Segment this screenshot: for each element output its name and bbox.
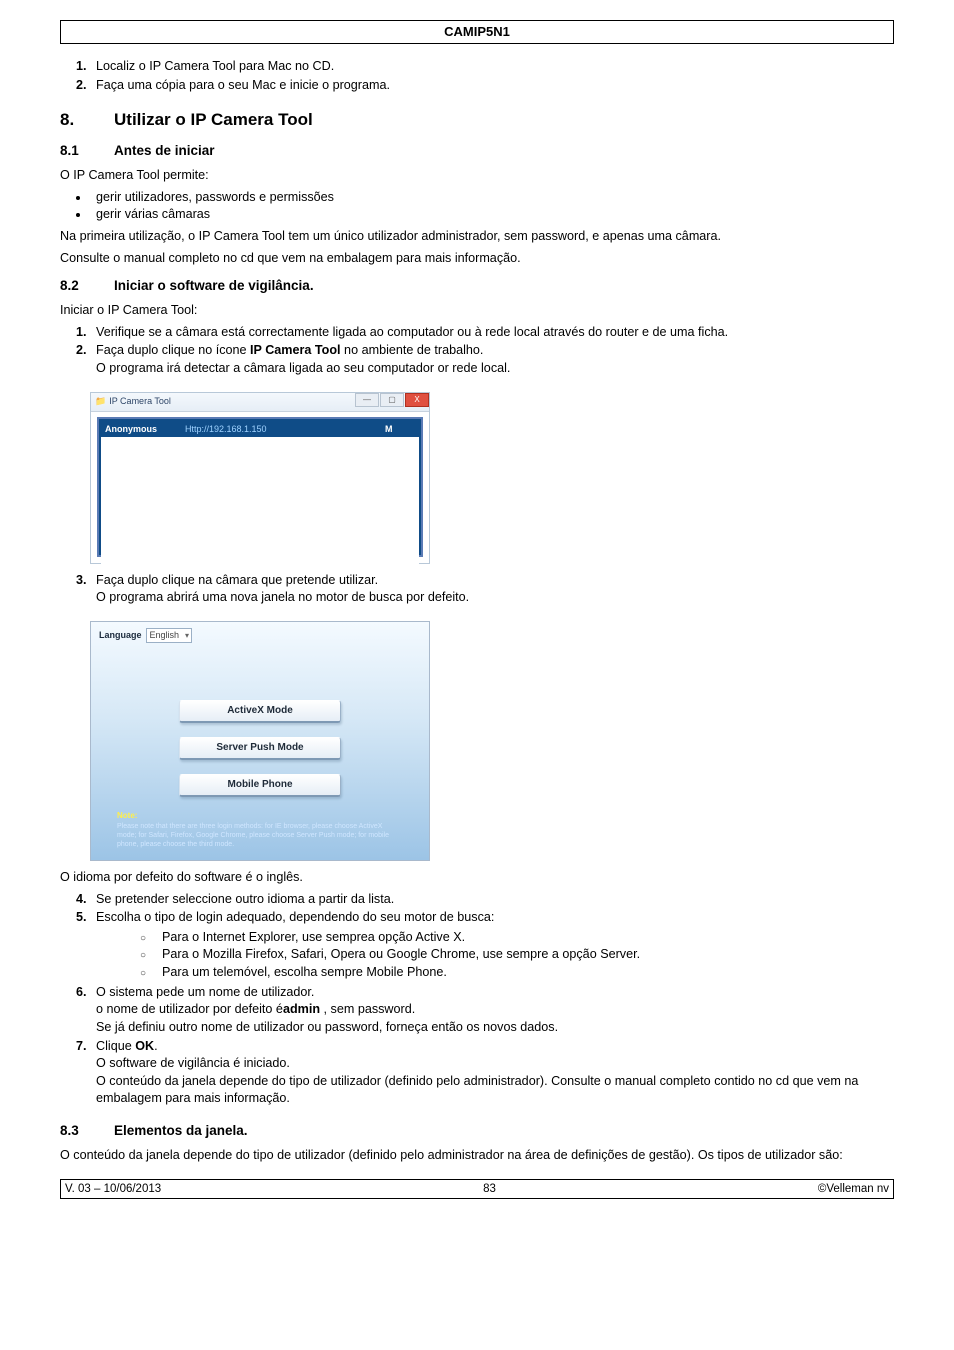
section-8-3-heading: 8.3Elementos da janela. (60, 1122, 894, 1141)
list-item: Localiz o IP Camera Tool para Mac no CD. (90, 58, 894, 76)
footer-version: V. 03 – 10/06/2013 (65, 1181, 161, 1197)
list-text: Faça duplo clique na câmara que pretende… (96, 573, 378, 587)
window-body: Anonymous Http://192.168.1.150 M (97, 417, 423, 557)
window-controls: — ▢ X (354, 393, 429, 407)
subsection-number: 8.2 (60, 277, 114, 296)
list-text: O sistema pede um nome de utilizador. (96, 985, 314, 999)
para: O idioma por defeito do software é o ing… (60, 869, 894, 887)
list-text: Faça duplo clique no ícone IP Camera Too… (96, 343, 483, 357)
window-titlebar: 📁 IP Camera Tool — ▢ X (91, 393, 429, 412)
para: Iniciar o IP Camera Tool: (60, 302, 894, 320)
note-title: Note: (117, 811, 137, 820)
footer-page-number: 83 (483, 1181, 496, 1197)
list-text: Clique OK. (96, 1039, 158, 1053)
text: no ambiente de trabalho. (341, 343, 484, 357)
steps-list-cont: Faça duplo clique na câmara que pretende… (60, 572, 894, 607)
maximize-button[interactable]: ▢ (380, 393, 404, 407)
language-label: Language (99, 629, 142, 642)
text: o nome de utilizador por defeito é (96, 1002, 283, 1016)
list-item: Clique OK. O software de vigilância é in… (90, 1038, 894, 1109)
list-item: Faça duplo clique no ícone IP Camera Too… (90, 342, 894, 377)
note-body: Please note that there are three login m… (117, 823, 389, 849)
step-note: o nome de utilizador por defeito éadmin … (96, 1001, 894, 1019)
section-8-heading: 8.Utilizar o IP Camera Tool (60, 108, 894, 132)
list-text: Se pretender seleccione outro idioma a p… (96, 892, 394, 906)
login-note: Note: Please note that there are three l… (117, 811, 403, 850)
section-8-1-heading: 8.1Antes de iniciar (60, 142, 894, 161)
window-title: IP Camera Tool (109, 395, 171, 408)
bold-text: OK (135, 1039, 154, 1053)
bullet-list: gerir utilizadores, passwords e permissõ… (60, 189, 894, 224)
step-note: Se já definiu outro nome de utilizador o… (96, 1019, 894, 1037)
server-push-mode-button[interactable]: Server Push Mode (179, 737, 341, 760)
step-note: O programa abrirá uma nova janela no mot… (96, 589, 894, 607)
sub-list: Para o Internet Explorer, use semprea op… (96, 929, 894, 982)
subsection-title: Elementos da janela. (114, 1123, 248, 1138)
list-text: Localiz o IP Camera Tool para Mac no CD. (96, 59, 334, 73)
mobile-phone-button[interactable]: Mobile Phone (179, 774, 341, 797)
para: Na primeira utilização, o IP Camera Tool… (60, 228, 894, 246)
list-item: Faça duplo clique na câmara que pretende… (90, 572, 894, 607)
camera-name: Anonymous (105, 423, 185, 436)
intro-ordered-list: Localiz o IP Camera Tool para Mac no CD.… (60, 58, 894, 94)
camera-flag: M (385, 423, 415, 436)
list-item: Faça uma cópia para o seu Mac e inicie o… (90, 77, 894, 95)
activex-mode-button[interactable]: ActiveX Mode (179, 700, 341, 723)
list-item: gerir utilizadores, passwords e permissõ… (90, 189, 894, 207)
list-item: Para o Mozilla Firefox, Safari, Opera ou… (140, 946, 894, 964)
close-button[interactable]: X (405, 393, 429, 407)
window-inner (101, 437, 419, 569)
list-item: Para um telemóvel, escolha sempre Mobile… (140, 964, 894, 982)
steps-list-cont2: Se pretender seleccione outro idioma a p… (60, 891, 894, 1109)
screenshot-ip-camera-tool: 📁 IP Camera Tool — ▢ X Anonymous Http://… (90, 392, 430, 564)
para: Consulte o manual completo no cd que vem… (60, 250, 894, 268)
language-selector: Language English (99, 628, 192, 643)
list-item: Escolha o tipo de login adequado, depend… (90, 909, 894, 982)
list-text: Faça uma cópia para o seu Mac e inicie o… (96, 78, 390, 92)
screenshot-login-modes: Language English ActiveX Mode Server Pus… (90, 621, 430, 861)
subsection-number: 8.1 (60, 142, 114, 161)
subsection-title: Iniciar o software de vigilância. (114, 278, 314, 293)
camera-url: Http://192.168.1.150 (185, 423, 385, 436)
list-item: gerir várias câmaras (90, 206, 894, 224)
list-item: Se pretender seleccione outro idioma a p… (90, 891, 894, 909)
login-mode-buttons: ActiveX Mode Server Push Mode Mobile Pho… (91, 700, 429, 797)
text: Faça duplo clique no ícone (96, 343, 250, 357)
list-text: Escolha o tipo de login adequado, depend… (96, 910, 494, 924)
para: O conteúdo da janela depende do tipo de … (60, 1147, 894, 1165)
list-item: Para o Internet Explorer, use semprea op… (140, 929, 894, 947)
subsection-title: Antes de iniciar (114, 143, 215, 158)
step-note: O programa irá detectar a câmara ligada … (96, 360, 894, 378)
list-item: O sistema pede um nome de utilizador. o … (90, 984, 894, 1037)
list-item: Verifique se a câmara está correctamente… (90, 324, 894, 342)
text: , sem password. (320, 1002, 415, 1016)
doc-header: CAMIP5N1 (60, 20, 894, 44)
page-footer: V. 03 – 10/06/2013 83 ©Velleman nv (60, 1179, 894, 1199)
section-8-2-heading: 8.2Iniciar o software de vigilância. (60, 277, 894, 296)
section-title: Utilizar o IP Camera Tool (114, 110, 313, 129)
text: Clique (96, 1039, 135, 1053)
minimize-button[interactable]: — (355, 393, 379, 407)
camera-row[interactable]: Anonymous Http://192.168.1.150 M (101, 421, 419, 438)
subsection-number: 8.3 (60, 1122, 114, 1141)
para: O IP Camera Tool permite: (60, 167, 894, 185)
list-text: Verifique se a câmara está correctamente… (96, 325, 728, 339)
steps-list: Verifique se a câmara está correctamente… (60, 324, 894, 378)
bold-text: admin (283, 1002, 320, 1016)
text: . (154, 1039, 158, 1053)
step-note: O conteúdo da janela depende do tipo de … (96, 1073, 894, 1108)
step-note: O software de vigilância é iniciado. (96, 1055, 894, 1073)
section-number: 8. (60, 108, 114, 132)
language-dropdown[interactable]: English (146, 628, 193, 643)
footer-copyright: ©Velleman nv (818, 1181, 889, 1197)
bold-text: IP Camera Tool (250, 343, 341, 357)
folder-icon: 📁 (95, 395, 106, 408)
